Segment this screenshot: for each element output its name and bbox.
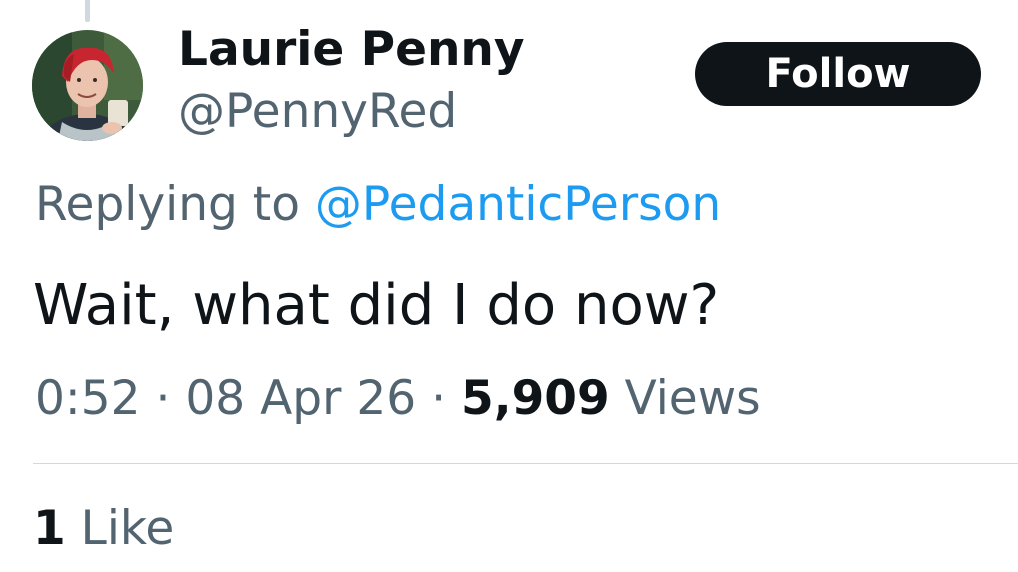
- author-display-name[interactable]: Laurie Penny: [178, 22, 525, 78]
- replying-to-line: Replying to @PedanticPerson: [35, 176, 721, 234]
- likes-label: Like: [65, 501, 175, 556]
- avatar[interactable]: [32, 30, 143, 141]
- tweet-text: Wait, what did I do now?: [33, 273, 720, 338]
- avatar-photo-icon: [32, 30, 143, 141]
- tweet-meta: 0:52 · 08 Apr 26 · 5,909 Views: [35, 370, 761, 428]
- replying-to-prefix: Replying to: [35, 177, 315, 232]
- divider: [33, 463, 1018, 464]
- likes-link[interactable]: 1 Like: [33, 500, 174, 558]
- thread-connector-line: [85, 0, 90, 22]
- tweet-date[interactable]: 08 Apr 26: [185, 371, 416, 426]
- views-label: Views: [609, 371, 761, 426]
- views-count: 5,909: [461, 371, 610, 426]
- meta-separator: ·: [416, 371, 462, 426]
- author-handle[interactable]: @PennyRed: [178, 84, 457, 140]
- tweet-time[interactable]: 0:52: [35, 371, 141, 426]
- follow-button[interactable]: Follow: [695, 42, 981, 106]
- likes-count: 1: [33, 501, 66, 556]
- meta-separator: ·: [140, 371, 186, 426]
- replying-to-mention-link[interactable]: @PedanticPerson: [315, 177, 721, 232]
